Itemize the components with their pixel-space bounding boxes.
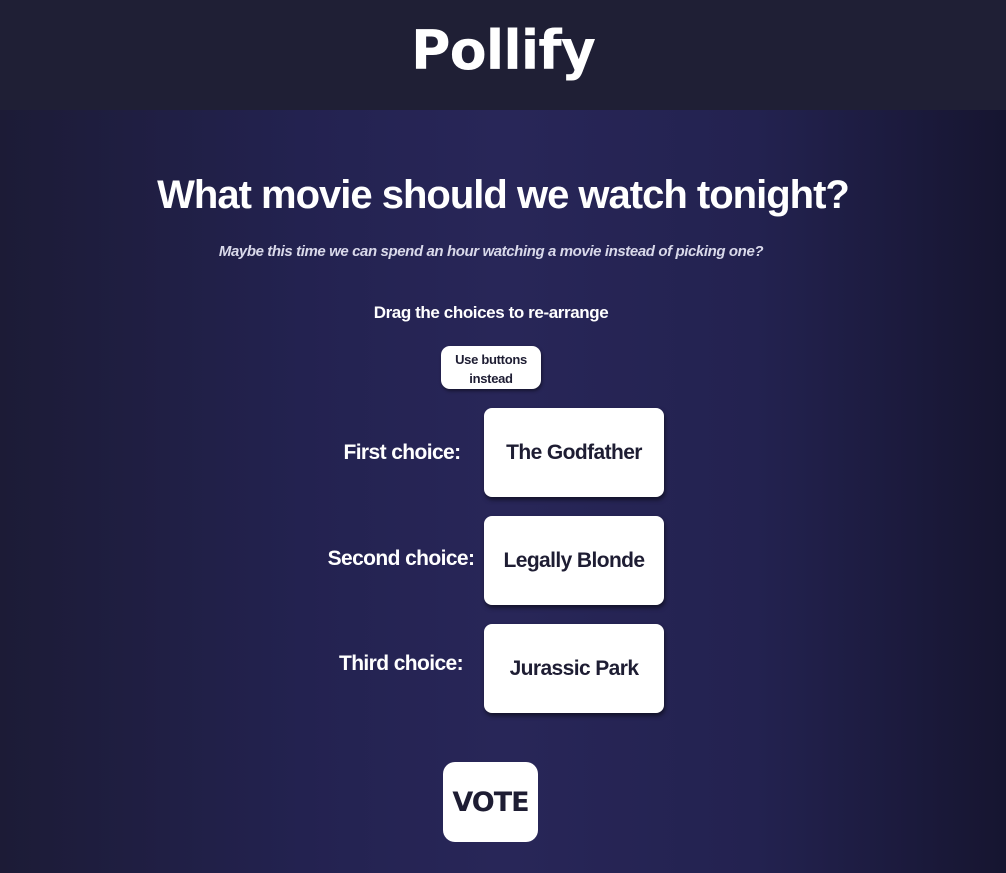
drag-instructions: Drag the choices to re-arrange [373,303,609,322]
use-buttons-toggle[interactable]: Use buttons instead [441,346,541,389]
app-header: Pollify [0,0,1006,110]
third-choice-label: Third choice: [338,652,464,675]
poll-subtitle: Maybe this time we can spend an hour wat… [218,243,764,260]
first-choice-label: First choice: [343,441,461,464]
vote-button[interactable]: VOTE [443,762,538,842]
choice-card-first[interactable]: The Godfather [484,408,664,497]
app-logo[interactable]: Pollify [0,16,1006,86]
poll-title: What movie should we watch tonight? [157,173,850,217]
choice-card-second[interactable]: Legally Blonde [484,516,664,605]
second-choice-label: Second choice: [327,547,475,570]
choice-card-third[interactable]: Jurassic Park [484,624,664,713]
